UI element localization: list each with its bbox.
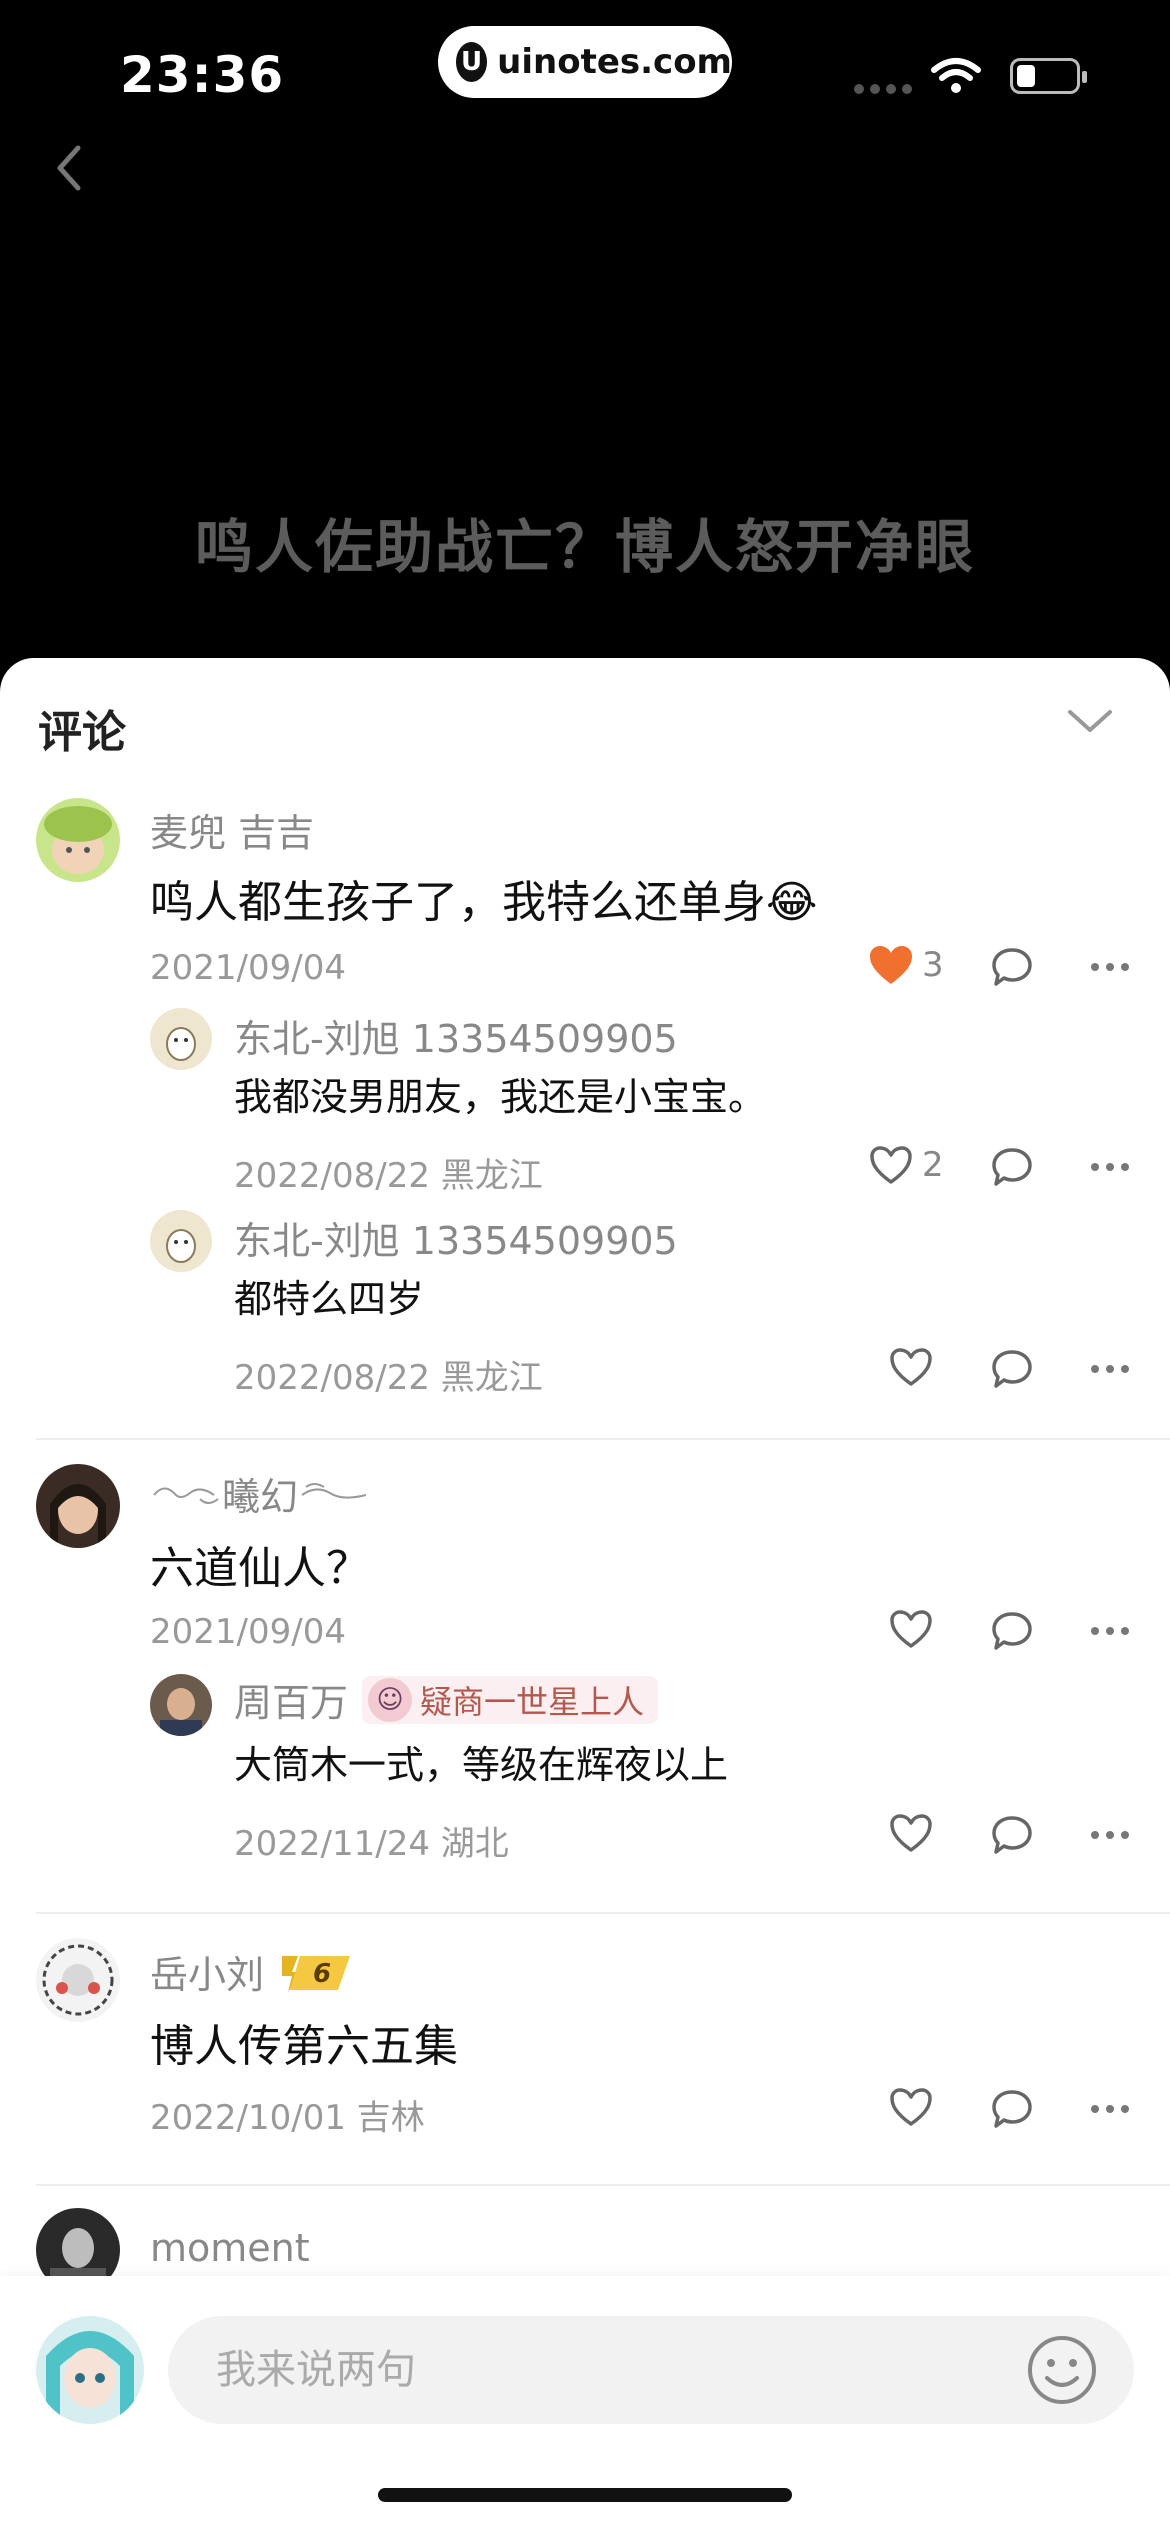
reply-bubble-icon[interactable] [990, 1814, 1034, 1856]
cellular-signal-icon [854, 84, 912, 94]
reply-author[interactable]: 东北-刘旭 13354509905 [234, 1008, 678, 1063]
reply-author[interactable]: 东北-刘旭 13354509905 [234, 1210, 678, 1265]
like-button[interactable] [888, 1608, 934, 1650]
reply-author-label: 周百万 [234, 1681, 349, 1725]
fan-badge-text: 疑商一世星上人 [420, 1682, 645, 1721]
comment-input[interactable] [216, 2316, 976, 2424]
watermark-text: uinotes.com [497, 42, 732, 82]
reply-date: 2022/08/22 黑龙江 [234, 1156, 543, 1196]
more-icon[interactable] [1090, 1364, 1130, 1374]
sheet-title: 评论 [38, 707, 126, 758]
like-button[interactable] [888, 1812, 934, 1854]
more-icon[interactable] [1090, 1626, 1130, 1636]
reply-bubble-icon[interactable] [990, 946, 1034, 988]
comment-text[interactable]: 博人传第六五集 [150, 2010, 458, 2074]
reply-bubble-icon[interactable] [990, 1146, 1034, 1188]
comment-text[interactable]: 六道仙人？ [150, 1532, 370, 1596]
heart-filled-icon [870, 946, 912, 984]
video-title: 鸣人佐助战亡？博人怒开净眼 [194, 513, 975, 581]
screen: 23:36 U uinotes.com 鸣人佐助战亡？博人怒开净眼 评论 麦兜 … [0, 0, 1170, 2532]
reply-text[interactable]: 我都没男朋友，我还是小宝宝。 [234, 1066, 766, 1121]
avatar[interactable] [36, 1464, 120, 1548]
comment-item: 岳小刘 6 博人传第六五集 2022/10/01 吉林 [0, 1914, 1170, 2184]
badge-avatar-icon: ☺ [368, 1677, 413, 1722]
like-button[interactable] [888, 1346, 934, 1388]
comment-author[interactable]: 曦幻 [150, 1466, 370, 1521]
comment-date: 2021/09/04 [150, 1612, 346, 1652]
avatar[interactable] [150, 1210, 212, 1272]
comment-date: 2021/09/04 [150, 948, 346, 988]
swirl-right-icon [301, 1482, 367, 1499]
reply-bubble-icon[interactable] [990, 1348, 1034, 1390]
reply-text[interactable]: 都特么四岁 [234, 1268, 424, 1323]
avatar[interactable] [36, 1938, 120, 2022]
comment-author[interactable]: 麦兜 吉吉 [150, 802, 314, 857]
reply-date: 2022/11/24 湖北 [234, 1824, 509, 1864]
heart-icon [890, 1348, 932, 1386]
avatar[interactable] [36, 798, 120, 882]
heart-icon [890, 2088, 932, 2126]
comment-sheet: 评论 麦兜 吉吉 鸣人都生孩子了，我特么还单身😂 2021/09/04 3 东北… [0, 658, 1170, 2532]
comment-author-label: 曦幻 [222, 1475, 299, 1519]
my-avatar[interactable] [36, 2316, 144, 2424]
like-button[interactable] [888, 2086, 934, 2128]
heart-icon [870, 1146, 912, 1184]
reply-date: 2022/08/22 黑龙江 [234, 1358, 543, 1398]
comment-item: 曦幻 六道仙人？ 2021/09/04 周百万 ☺ 疑商一世星上人 大筒木一式，… [0, 1440, 1170, 1912]
wifi-icon [931, 58, 981, 93]
reply-bubble-icon[interactable] [990, 1610, 1034, 1652]
emoji-icon[interactable] [1026, 2334, 1098, 2406]
avatar[interactable] [150, 1674, 212, 1736]
more-icon[interactable] [1090, 1830, 1130, 1840]
level-badge-icon: 6 [282, 1955, 351, 1992]
comment-date: 2022/10/01 吉林 [150, 2098, 425, 2138]
reply-author[interactable]: 周百万 ☺ 疑商一世星上人 [234, 1672, 659, 1727]
comment-input-box[interactable] [168, 2316, 1134, 2424]
avatar[interactable] [150, 1008, 212, 1070]
more-icon[interactable] [1090, 2104, 1130, 2114]
comment-author-label: 岳小刘 [150, 1953, 265, 1997]
home-indicator [378, 2488, 792, 2502]
collapse-chevron-icon[interactable] [1066, 706, 1114, 736]
battery-icon [1010, 58, 1087, 94]
comment-text[interactable]: 鸣人都生孩子了，我特么还单身😂 [150, 866, 817, 930]
fan-badge: ☺ 疑商一世星上人 [362, 1675, 659, 1724]
heart-icon [890, 1610, 932, 1648]
like-count: 3 [922, 945, 944, 985]
watermark-pill: U uinotes.com [438, 26, 732, 98]
like-count: 2 [922, 1145, 944, 1185]
status-time: 23:36 [120, 46, 285, 104]
back-chevron-icon[interactable] [50, 140, 86, 196]
like-button[interactable]: 3 [868, 944, 944, 986]
comment-list: 麦兜 吉吉 鸣人都生孩子了，我特么还单身😂 2021/09/04 3 东北-刘旭… [0, 778, 1170, 2386]
like-button[interactable]: 2 [868, 1144, 944, 1186]
comment-author[interactable]: 岳小刘 6 [150, 1944, 354, 1999]
comment-item: 麦兜 吉吉 鸣人都生孩子了，我特么还单身😂 2021/09/04 3 东北-刘旭… [0, 778, 1170, 1438]
reply-text[interactable]: 大筒木一式，等级在辉夜以上 [234, 1734, 728, 1789]
heart-icon [890, 1814, 932, 1852]
more-icon[interactable] [1090, 1162, 1130, 1172]
more-icon[interactable] [1090, 962, 1130, 972]
level-badge-number: 6 [313, 1959, 331, 1989]
watermark-logo-icon: U [456, 42, 488, 82]
comment-author[interactable]: moment [150, 2226, 310, 2270]
comment-input-bar [0, 2276, 1170, 2532]
swirl-left-icon [153, 1487, 219, 1504]
reply-bubble-icon[interactable] [990, 2088, 1034, 2130]
